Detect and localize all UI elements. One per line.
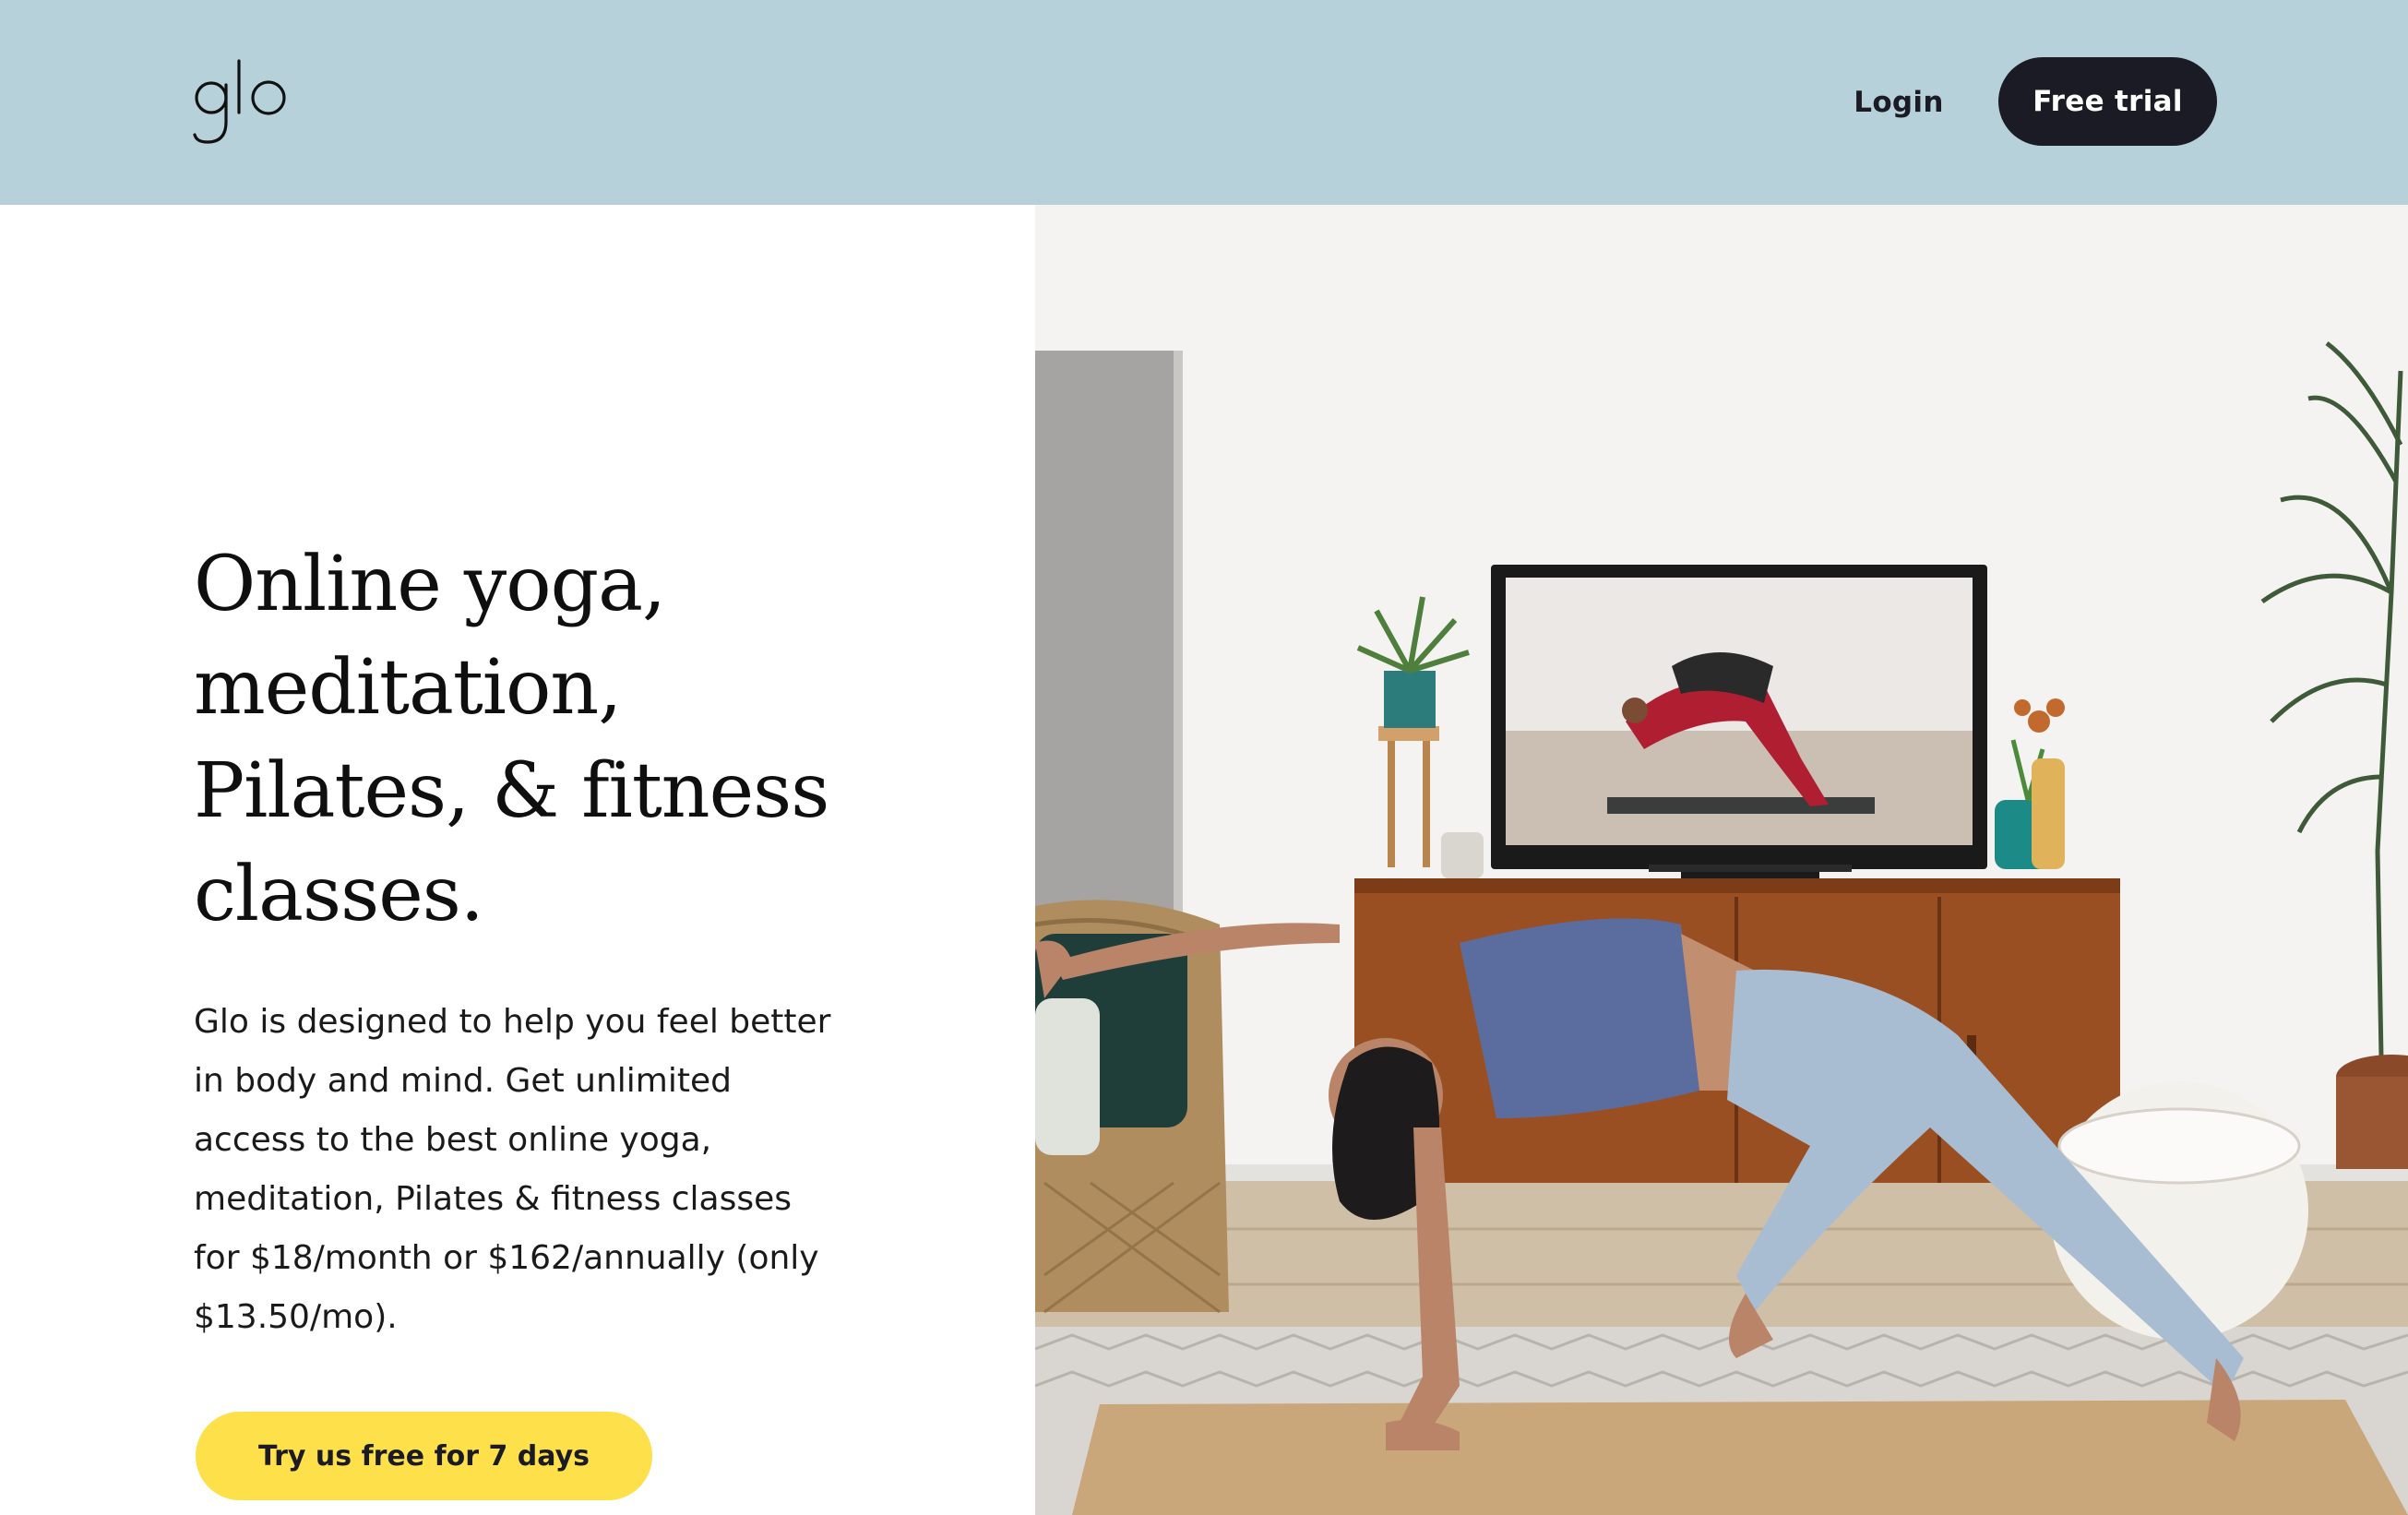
hero-description-line: Glo is designed to help you feel better: [194, 1003, 831, 1041]
hero-description-line: meditation, Pilates & fitness classes: [194, 1180, 793, 1218]
hero-title-line: Online yoga,: [194, 541, 666, 628]
hero-description-line: access to the best online yoga,: [194, 1121, 712, 1159]
hero-description-line: in body and mind. Get unlimited: [194, 1062, 732, 1100]
hero-photo-illustration: [1035, 205, 2408, 1515]
hero-description-line: for $18/month or $162/annually (only: [194, 1239, 819, 1277]
hero-title-line: Pilates, & fitness: [194, 747, 829, 835]
hero-title-line: classes.: [194, 851, 484, 938]
glo-logo[interactable]: [191, 54, 302, 153]
tv: [1491, 565, 1987, 878]
site-header: Login Free trial: [0, 0, 2408, 205]
glo-logo-icon: [193, 59, 286, 144]
hero-title: Online yoga, meditation, Pilates, & fitn…: [194, 533, 858, 947]
free-trial-button[interactable]: Free trial: [1998, 57, 2217, 146]
try-free-cta-button[interactable]: Try us free for 7 days: [196, 1412, 652, 1500]
hero-description-line: $13.50/mo).: [194, 1298, 398, 1336]
login-button[interactable]: Login: [1830, 74, 1968, 131]
hero-title-line: meditation,: [194, 644, 622, 732]
hero-photo: [1035, 205, 2408, 1515]
hero-description: Glo is designed to help you feel better …: [194, 993, 876, 1347]
